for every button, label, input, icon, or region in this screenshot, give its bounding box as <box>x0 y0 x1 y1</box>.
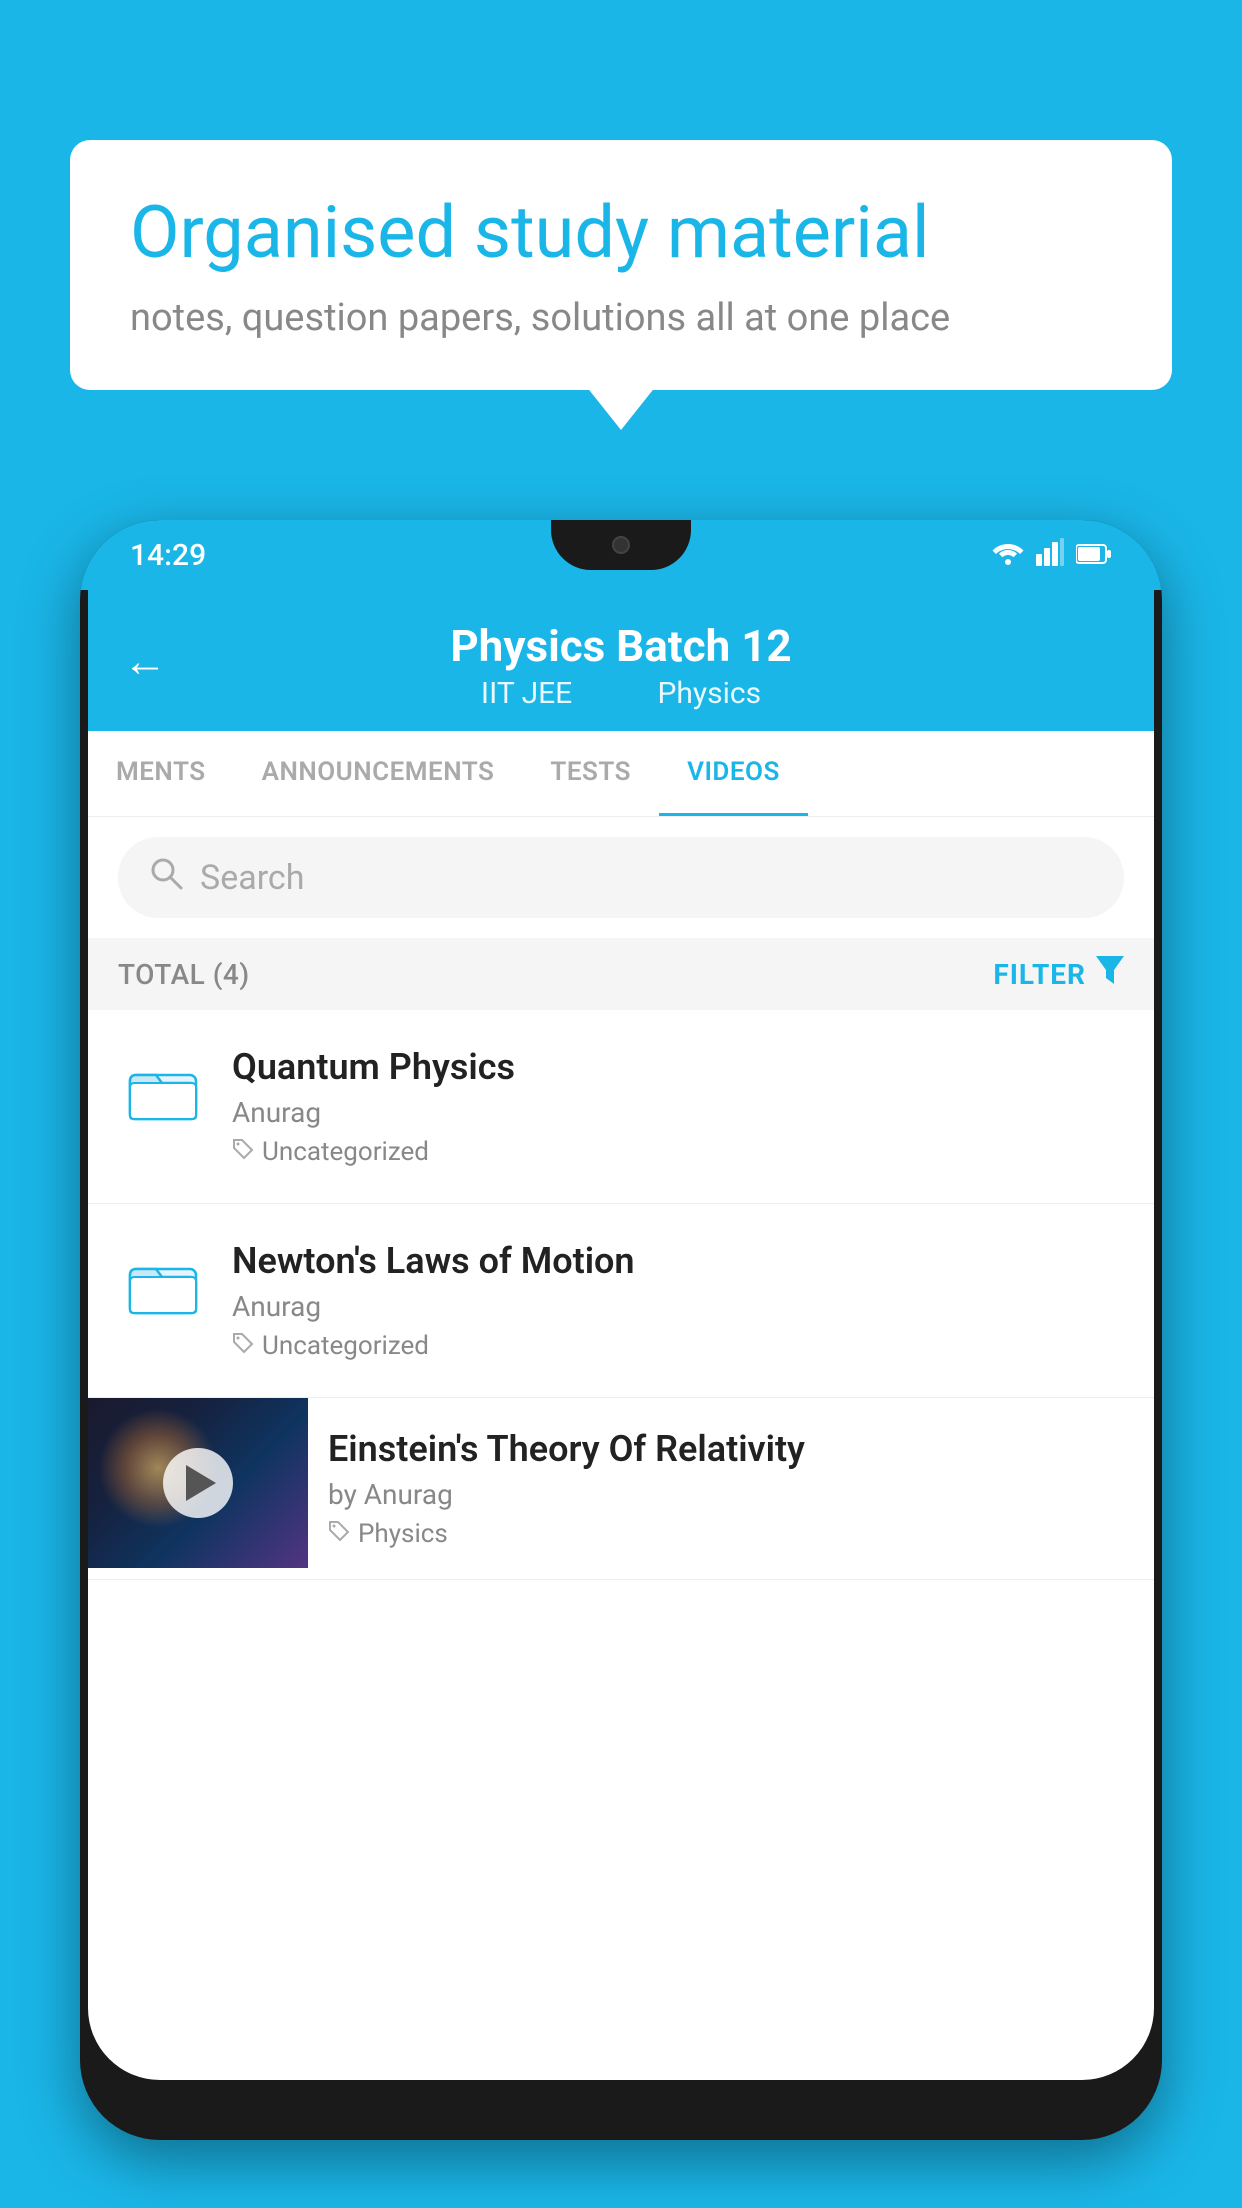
tab-videos[interactable]: VIDEOS <box>659 731 808 816</box>
video-folder-icon-1 <box>118 1046 208 1136</box>
app-title: Physics Batch 12 <box>128 620 1114 672</box>
filter-label: FILTER <box>993 958 1086 991</box>
video-info-1: Quantum Physics Anurag Uncategorized <box>232 1046 1124 1167</box>
front-camera <box>612 536 630 554</box>
filter-button[interactable]: FILTER <box>993 956 1124 992</box>
phone-screen: ← Physics Batch 12 IIT JEE Physics MENTS… <box>88 590 1154 2080</box>
search-icon <box>148 855 184 900</box>
phone-notch <box>551 520 691 570</box>
phone-mockup: 14:29 <box>80 520 1162 2140</box>
search-container: Search <box>88 817 1154 938</box>
back-button[interactable]: ← <box>123 635 167 687</box>
subtitle-iit: IIT JEE <box>481 676 572 711</box>
status-icons <box>992 538 1112 573</box>
tag-label-1: Uncategorized <box>262 1137 429 1167</box>
bubble-subtitle: notes, question papers, solutions all at… <box>130 296 1112 340</box>
filter-icon <box>1096 956 1124 992</box>
video-tag-3: Physics <box>328 1519 1134 1549</box>
video-author-2: Anurag <box>232 1290 1124 1323</box>
search-bar[interactable]: Search <box>118 837 1124 918</box>
video-thumbnail-einstein <box>88 1398 308 1568</box>
total-count: TOTAL (4) <box>118 958 250 991</box>
video-author-1: Anurag <box>232 1096 1124 1129</box>
tab-ments[interactable]: MENTS <box>88 731 234 816</box>
tag-icon-2 <box>232 1332 254 1360</box>
subtitle-separator <box>604 676 626 711</box>
play-triangle-icon <box>186 1465 216 1501</box>
app-header: ← Physics Batch 12 IIT JEE Physics <box>88 590 1154 731</box>
play-button[interactable] <box>163 1448 233 1518</box>
video-title-3: Einstein's Theory Of Relativity <box>328 1428 1134 1470</box>
list-item[interactable]: Quantum Physics Anurag Uncategorized <box>88 1010 1154 1204</box>
tab-announcements[interactable]: ANNOUNCEMENTS <box>234 731 523 816</box>
list-item[interactable]: Newton's Laws of Motion Anurag Uncategor… <box>88 1204 1154 1398</box>
tag-label-3: Physics <box>358 1519 448 1549</box>
video-folder-icon-2 <box>118 1240 208 1330</box>
list-item[interactable]: Einstein's Theory Of Relativity by Anura… <box>88 1398 1154 1580</box>
signal-icon <box>1036 538 1064 573</box>
video-info-2: Newton's Laws of Motion Anurag Uncategor… <box>232 1240 1124 1361</box>
video-list: Quantum Physics Anurag Uncategorized <box>88 1010 1154 1580</box>
app-subtitle: IIT JEE Physics <box>128 676 1114 711</box>
tag-icon-3 <box>328 1520 350 1548</box>
video-tag-1: Uncategorized <box>232 1137 1124 1167</box>
speech-bubble-container: Organised study material notes, question… <box>70 140 1172 390</box>
subtitle-physics: Physics <box>657 676 761 711</box>
tab-tests[interactable]: TESTS <box>522 731 659 816</box>
battery-icon <box>1076 539 1112 572</box>
video-author-3: by Anurag <box>328 1478 1134 1511</box>
video-title-1: Quantum Physics <box>232 1046 1124 1088</box>
filter-row: TOTAL (4) FILTER <box>88 938 1154 1010</box>
video-tag-2: Uncategorized <box>232 1331 1124 1361</box>
video-info-3: Einstein's Theory Of Relativity by Anura… <box>308 1398 1154 1579</box>
tabs-container: MENTS ANNOUNCEMENTS TESTS VIDEOS <box>88 731 1154 817</box>
bubble-title: Organised study material <box>130 190 1112 276</box>
tag-label-2: Uncategorized <box>262 1331 429 1361</box>
video-title-2: Newton's Laws of Motion <box>232 1240 1124 1282</box>
phone-container: 14:29 <box>80 520 1162 2208</box>
search-placeholder: Search <box>200 858 304 898</box>
wifi-icon <box>992 538 1024 573</box>
tag-icon-1 <box>232 1138 254 1166</box>
status-time: 14:29 <box>130 538 206 573</box>
speech-bubble: Organised study material notes, question… <box>70 140 1172 390</box>
status-bar: 14:29 <box>80 520 1162 590</box>
